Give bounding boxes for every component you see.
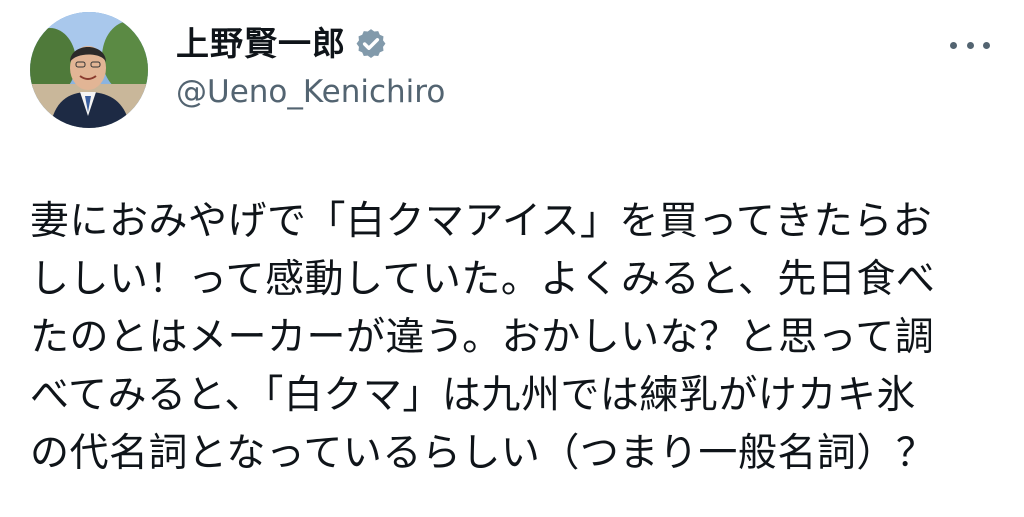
more-options-icon[interactable] — [950, 30, 990, 60]
avatar-photo — [30, 12, 148, 128]
tweet-text-line: の代名詞となっているらしい（つまり一般名詞）？ — [30, 431, 936, 476]
more-dot — [966, 41, 974, 49]
more-dot — [983, 41, 990, 49]
user-handle[interactable]: @Ueno_Kenichiro — [176, 72, 445, 112]
more-dot — [950, 41, 957, 49]
tweet-text-line: ししい！って感動していた。よくみると、先日食べ — [30, 257, 936, 302]
tweet-text-line: 妻におみやげで「白クマアイス」を買ってきたらお — [30, 199, 933, 244]
author-name-row: 上野賢一郎 — [176, 22, 388, 66]
tweet-text-line: べてみると、「白クマ」は九州では練乳がけカキ氷 — [30, 373, 916, 418]
verified-badge-icon — [354, 27, 388, 61]
tweet-text: 妻におみやげで「白クマアイス」を買ってきたらお ししい！って感動していた。よくみ… — [30, 193, 1005, 483]
tweet-card: 上野賢一郎 @Ueno_Kenichiro 妻におみやげで「白クマアイス」を買っ… — [0, 0, 1024, 517]
display-name[interactable]: 上野賢一郎 — [176, 22, 346, 66]
tweet-text-line: たのとはメーカーが違う。おかしいな？と思って調 — [30, 315, 935, 360]
avatar[interactable] — [30, 12, 148, 128]
